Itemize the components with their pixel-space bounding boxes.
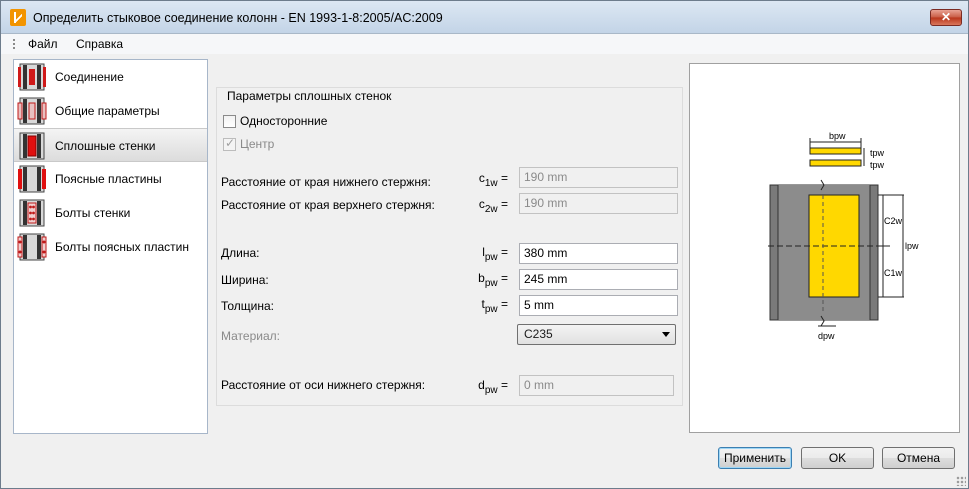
one-sided-label: Односторонние [240,114,328,128]
c1w-dim-label: C1w [884,268,903,278]
title-bar[interactable]: Определить стыковое соединение колонн - … [1,1,968,34]
column-splice-icon [18,63,46,91]
window-title: Определить стыковое соединение колонн - … [33,11,443,25]
nav-item-label: Соединение [55,70,124,84]
web-plates-icon [19,132,45,160]
nav-item-flange-plates[interactable]: Поясные пластины [14,162,207,196]
c2w-input[interactable]: 190 mm [519,193,678,214]
cancel-button[interactable]: Отмена [882,447,955,469]
nav-item-general-parameters[interactable]: Общие параметры [14,94,207,128]
tpw-upper-label: tpw [870,148,885,158]
width-label: Ширина: [221,273,269,287]
material-selected-value: C235 [524,327,553,341]
center-checkbox[interactable] [223,136,236,151]
dpw-symbol: dpw = [478,378,508,396]
resize-grip-icon[interactable] [956,476,966,486]
menu-bar: Файл Справка [1,34,968,54]
group-title: Параметры сплошных стенок [225,89,394,103]
c2w-label: Расстояние от края верхнего стержня: [221,198,435,212]
menu-grip-icon [13,39,15,49]
one-sided-checkbox[interactable] [223,115,236,128]
nav-item-label: Поясные пластины [55,172,162,186]
thickness-symbol: tpw = [481,297,508,315]
general-parameters-icon [17,97,47,125]
width-input[interactable]: 245 mm [519,269,678,290]
c1w-label: Расстояние от края нижнего стержня: [221,175,431,189]
close-button[interactable]: ✕ [930,9,962,26]
nav-item-connection[interactable]: Соединение [14,60,207,94]
nav-item-web-plates[interactable]: Сплошные стенки [14,128,207,162]
material-select[interactable]: C235 [517,324,676,345]
nav-item-label: Болты стенки [55,206,131,220]
menu-file[interactable]: Файл [28,37,58,51]
dialog-window: Определить стыковое соединение колонн - … [0,0,969,489]
material-label: Материал: [221,329,280,343]
thickness-label: Толщина: [221,299,275,313]
c2w-symbol: c2w = [478,197,508,215]
web-bolts-icon [19,199,45,227]
length-label: Длина: [221,246,260,260]
dpw-label: Расстояние от оси нижнего стержня: [221,378,426,392]
nav-item-label: Болты поясных пластин [55,240,189,254]
ok-button[interactable]: OK [801,447,874,469]
section-navigation: Соединение Общие параметры Сплошные стен… [13,59,208,434]
dropdown-arrow-icon [662,332,670,337]
center-label: Центр [240,137,275,151]
bpw-label: bpw [829,131,846,141]
dpw-dim-label: dpw [818,331,835,341]
length-input[interactable]: 380 mm [519,243,678,264]
flange-plates-icon [18,165,46,193]
nav-item-flange-bolts[interactable]: Болты поясных пластин [14,230,207,264]
dpw-input[interactable]: 0 mm [519,375,674,396]
lpw-dim-label: lpw [905,241,919,251]
thickness-input[interactable]: 5 mm [519,295,678,316]
flange-bolts-icon [17,233,47,261]
menu-help[interactable]: Справка [76,37,123,51]
app-logo-icon [10,9,26,26]
nav-item-web-bolts[interactable]: Болты стенки [14,196,207,230]
web-plate-diagram: bpw tpw tpw C2w lpw C1w dpw [768,131,919,341]
tpw-lower-label: tpw [870,160,885,170]
c1w-symbol: c1w = [478,171,508,189]
apply-button[interactable]: Применить [718,447,792,469]
c2w-dim-label: C2w [884,216,903,226]
length-symbol: lpw = [482,245,508,263]
nav-item-label: Сплошные стенки [55,139,156,153]
connection-preview: bpw tpw tpw C2w lpw C1w dpw [689,63,960,433]
width-symbol: bpw = [478,271,508,289]
c1w-input[interactable]: 190 mm [519,167,678,188]
nav-item-label: Общие параметры [55,104,160,118]
